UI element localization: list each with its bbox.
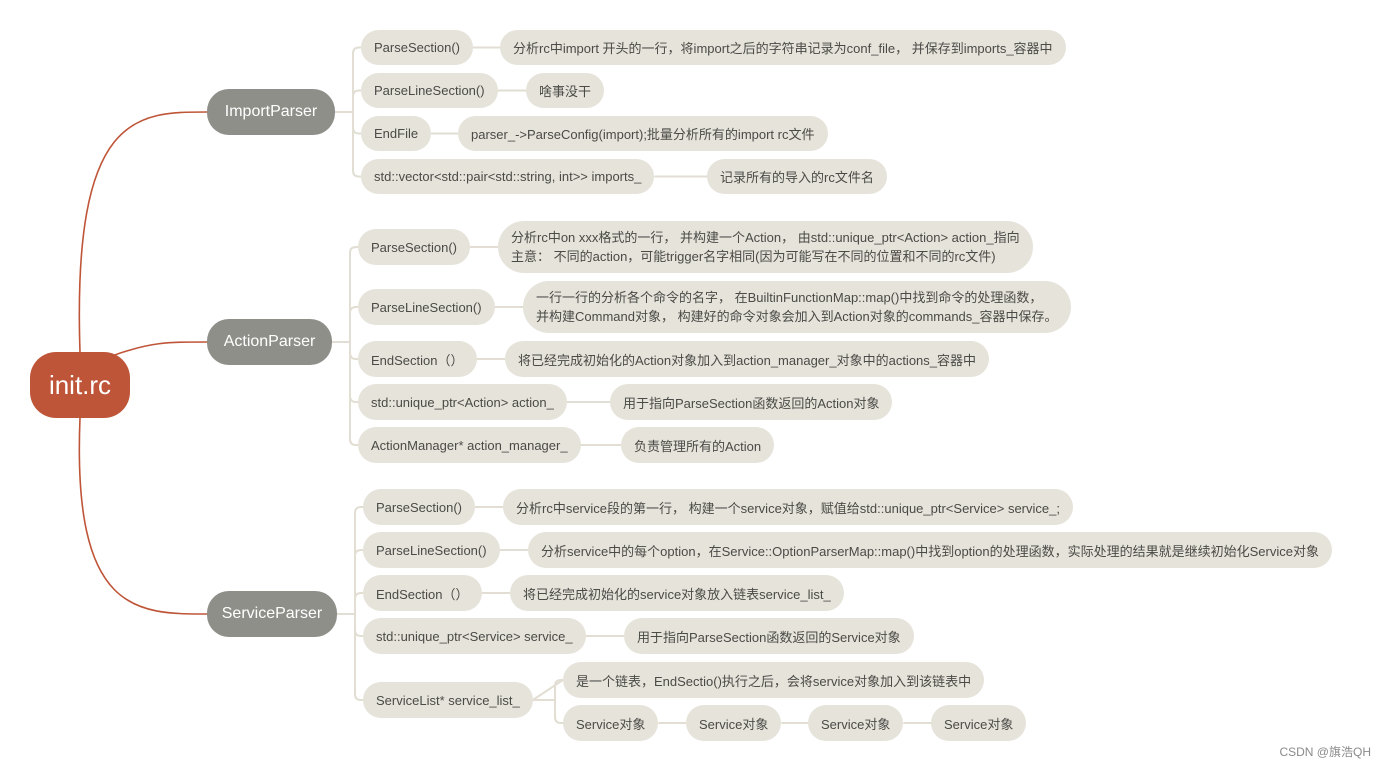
service-list-member-desc[interactable]: 是一个链表，EndSectio()执行之后，会将service对象加入到该链表中	[563, 662, 985, 698]
branch-link	[352, 46, 361, 112]
item-label: Service对象	[699, 716, 769, 732]
branch-link	[354, 549, 363, 614]
action-parse-line-section-desc[interactable]: 一行一行的分析各个命令的名字， 在BuiltinFunctionMap::map…	[523, 281, 1071, 333]
item-desc-line: 分析rc中on xxx格式的一行， 并构建一个Action， 由std::uni…	[511, 230, 1020, 245]
item-desc: 将已经完成初始化的Action对象加入到action_manager_对象中的a…	[518, 352, 977, 368]
item-label: ParseLineSection()	[374, 83, 485, 98]
main-node-action-parser[interactable]: ActionParser	[207, 319, 332, 365]
root-link	[111, 341, 208, 357]
item-desc: 分析rc中service段的第一行， 构建一个service对象，赋值给std:…	[516, 500, 1060, 516]
root-link	[78, 111, 208, 353]
item-label: std::unique_ptr<Service> service_	[376, 628, 573, 644]
watermark: CSDN @旗浩QH	[1279, 745, 1371, 759]
branch-link	[554, 700, 563, 724]
item-desc: 将已经完成初始化的service对象放入链表service_list_	[523, 586, 831, 602]
service-end-section[interactable]: EndSection（）	[363, 575, 482, 611]
import-parse-section[interactable]: ParseSection()	[361, 30, 473, 65]
action-action-member-desc[interactable]: 用于指向ParseSection函数返回的Action对象	[610, 384, 893, 420]
action-manager-member[interactable]: ActionManager* action_manager_	[358, 427, 581, 463]
root-label: init.rc	[48, 369, 112, 400]
item-desc: 分析service中的每个option，在Service::OptionPars…	[541, 543, 1319, 559]
item-label: EndSection（）	[371, 352, 464, 368]
item-desc: 啥事没干	[539, 84, 592, 99]
item-label: ParseLineSection()	[371, 299, 482, 315]
service-chain-node-1[interactable]: Service对象	[563, 705, 659, 741]
service-end-section-desc[interactable]: 将已经完成初始化的service对象放入链表service_list_	[510, 575, 844, 611]
item-desc: parser_->ParseConfig(import);批量分析所有的impo…	[471, 127, 815, 142]
desc-link	[532, 679, 564, 701]
item-desc-line: 一行一行的分析各个命令的名字， 在BuiltinFunctionMap::map…	[536, 290, 1043, 305]
action-action-member[interactable]: std::unique_ptr<Action> action_	[358, 384, 567, 420]
item-desc: 负责管理所有的Action	[634, 438, 762, 454]
main-node-label: ServiceParser	[221, 605, 323, 622]
branch-link	[349, 306, 358, 342]
item-desc: 用于指向ParseSection函数返回的Service对象	[637, 629, 901, 645]
branch-link	[352, 112, 361, 178]
main-node-import-parser[interactable]: ImportParser	[207, 89, 335, 135]
main-node-label: ImportParser	[224, 103, 318, 120]
import-parse-line-section-desc[interactable]: 啥事没干	[526, 73, 605, 108]
item-label: EndFile	[374, 126, 419, 141]
main-node-label: ActionParser	[223, 333, 316, 350]
item-desc-line: 并构建Command对象， 构建好的命令对象会加入到Action对象的comma…	[536, 309, 1058, 324]
action-parse-section-desc[interactable]: 分析rc中on xxx格式的一行， 并构建一个Action， 由std::uni…	[498, 221, 1033, 273]
item-desc: 记录所有的导入的rc文件名	[720, 170, 874, 185]
item-label: ParseSection()	[376, 499, 462, 515]
item-desc-line: 主意： 不同的action，可能trigger名字相同(因为可能写在不同的位置和…	[511, 249, 996, 264]
item-label: ActionManager* action_manager_	[371, 437, 568, 453]
item-label: Service对象	[944, 716, 1014, 732]
branch-link	[354, 614, 363, 637]
item-label: ParseLineSection()	[376, 542, 487, 558]
item-desc: 用于指向ParseSection函数返回的Action对象	[623, 395, 880, 411]
branch-link	[352, 112, 361, 135]
branch-link	[354, 592, 363, 614]
branch-link	[354, 506, 363, 614]
branch-link	[352, 89, 361, 112]
import-imports-member-desc[interactable]: 记录所有的导入的rc文件名	[707, 159, 887, 194]
action-parse-section[interactable]: ParseSection()	[358, 229, 470, 265]
main-node-service-parser[interactable]: ServiceParser	[207, 591, 337, 637]
service-parse-line-section[interactable]: ParseLineSection()	[363, 532, 500, 568]
item-desc: 是一个链表，EndSectio()执行之后，会将service对象加入到该链表中	[576, 673, 972, 689]
service-parse-line-section-desc[interactable]: 分析service中的每个option，在Service::OptionPars…	[528, 532, 1332, 568]
item-label: EndSection（）	[376, 586, 469, 602]
service-service-member-desc[interactable]: 用于指向ParseSection函数返回的Service对象	[624, 618, 914, 654]
service-parse-section[interactable]: ParseSection()	[363, 489, 475, 525]
service-chain-node-4[interactable]: Service对象	[931, 705, 1027, 741]
root-link	[78, 417, 208, 615]
branch-link	[354, 614, 363, 701]
import-end-file[interactable]: EndFile	[361, 116, 432, 151]
item-label: ParseSection()	[371, 239, 457, 255]
item-label: std::unique_ptr<Action> action_	[371, 394, 554, 410]
root-node[interactable]: init.rc	[30, 352, 130, 418]
service-chain-node-2[interactable]: Service对象	[686, 705, 782, 741]
service-chain-node-3[interactable]: Service对象	[808, 705, 904, 741]
item-label: ServiceList* service_list_	[376, 692, 520, 708]
item-label: std::vector<std::pair<std::string, int>>…	[374, 169, 642, 184]
item-label: Service对象	[821, 716, 891, 732]
import-end-file-desc[interactable]: parser_->ParseConfig(import);批量分析所有的impo…	[458, 116, 828, 151]
item-label: ParseSection()	[374, 40, 460, 55]
action-parse-line-section[interactable]: ParseLineSection()	[358, 289, 495, 325]
service-list-member[interactable]: ServiceList* service_list_	[363, 682, 533, 718]
item-label: Service对象	[576, 716, 646, 732]
branch-link	[349, 342, 358, 360]
action-end-section-desc[interactable]: 将已经完成初始化的Action对象加入到action_manager_对象中的a…	[505, 341, 990, 377]
service-parse-section-desc[interactable]: 分析rc中service段的第一行， 构建一个service对象，赋值给std:…	[503, 489, 1073, 525]
import-parse-line-section[interactable]: ParseLineSection()	[361, 73, 498, 108]
import-imports-member[interactable]: std::vector<std::pair<std::string, int>>…	[361, 159, 655, 194]
action-manager-member-desc[interactable]: 负责管理所有的Action	[621, 427, 775, 463]
branch-link	[349, 342, 358, 403]
action-end-section[interactable]: EndSection（）	[358, 341, 477, 377]
branch-link	[349, 246, 358, 342]
import-parse-section-desc[interactable]: 分析rc中import 开头的一行，将import之后的字符串记录为conf_f…	[500, 30, 1066, 65]
service-service-member[interactable]: std::unique_ptr<Service> service_	[363, 618, 586, 654]
item-desc: 分析rc中import 开头的一行，将import之后的字符串记录为conf_f…	[513, 41, 1053, 56]
